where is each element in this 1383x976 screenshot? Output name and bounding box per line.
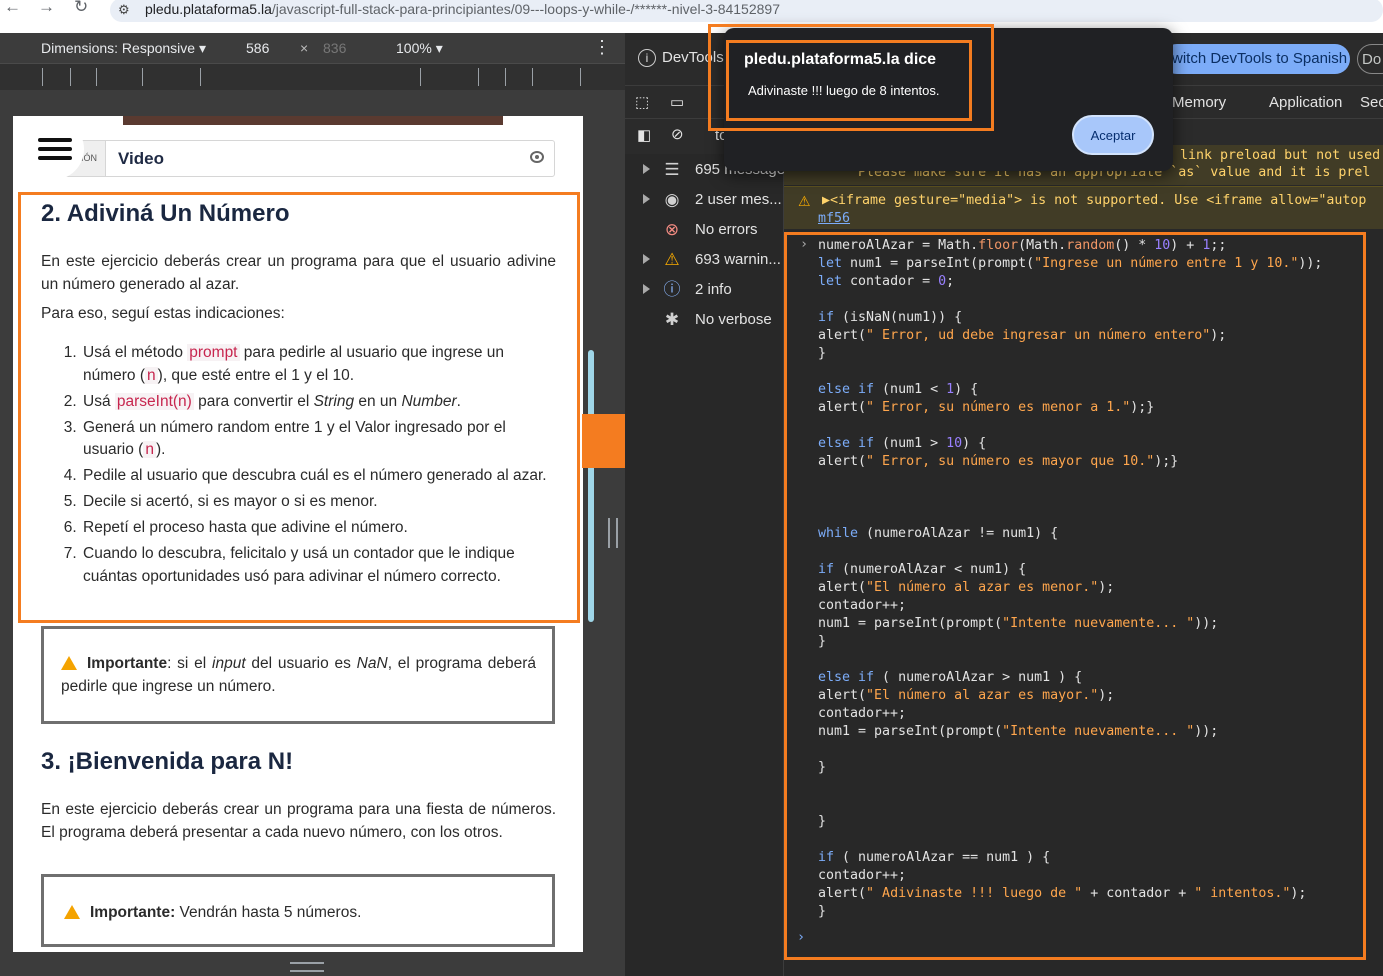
list-icon: ☰ [664, 160, 680, 179]
inspect-icon[interactable]: ⬚ [635, 93, 649, 111]
url-host: pledu.plataforma5.la [145, 1, 272, 17]
console-warning-iframe: ⚠ ▶<iframe gesture="media"> is not suppo… [784, 186, 1383, 229]
menu-icon[interactable] [22, 118, 84, 180]
sidebar-item-errors[interactable]: ⊗ No errors [625, 215, 783, 245]
tab-video-label: Video [118, 149, 164, 168]
width-input[interactable]: 586 [246, 40, 269, 56]
height-input[interactable]: 836 [323, 40, 346, 56]
clear-console-icon[interactable]: ⊘ [671, 125, 684, 143]
url-path: /javascript-full-stack-para-principiante… [271, 1, 780, 17]
switch-language-button[interactable]: witch DevTools to Spanish [1162, 44, 1350, 74]
video-tab[interactable]: CIÓN Video [41, 140, 555, 177]
highlight-exercise-box [18, 192, 580, 623]
hero-image [123, 116, 503, 125]
eye-icon[interactable] [530, 151, 544, 163]
media-query-ruler [0, 63, 625, 90]
source-link[interactable]: mf56 [818, 211, 850, 226]
warning-icon [61, 656, 77, 670]
reload-icon[interactable]: ↻ [74, 0, 88, 17]
forward-icon[interactable]: → [38, 0, 55, 17]
times-icon: × [300, 40, 309, 56]
sidebar-toggle-icon[interactable]: ◧ [637, 126, 651, 144]
warning-icon [64, 905, 80, 919]
sidebar-item-warnings[interactable]: ⚠ 693 warnin... [625, 245, 783, 275]
error-icon: ⊗ [664, 220, 680, 239]
highlight-code-box [784, 232, 1366, 960]
user-icon: ◉ [664, 190, 680, 209]
back-icon[interactable]: ← [4, 0, 21, 17]
sidebar-item-verbose[interactable]: ✱ No verbose [625, 305, 783, 335]
sidebar-item-info[interactable]: ⓘ 2 info [625, 275, 783, 305]
console-sidebar: ☰695 messages ◉2 user mes... ⊗No errors … [625, 154, 793, 976]
tab-security[interactable]: Sec [1360, 94, 1383, 111]
tab-application[interactable]: Application [1269, 94, 1342, 111]
warning-box-nan: Importante: si el input del usuario es N… [41, 626, 555, 724]
bug-icon: ✱ [664, 310, 680, 329]
accept-button[interactable]: Aceptar [1072, 115, 1154, 155]
device-toggle-icon[interactable]: ▭ [670, 93, 684, 111]
warning-box-limit: Importante: Vendrán hasta 5 números. [41, 874, 555, 947]
info-icon: i [638, 49, 656, 67]
section-3-title: 3. ¡Bienvenida para N! [41, 748, 294, 775]
dont-show-button[interactable]: Do [1357, 44, 1383, 74]
section-3-intro: En este ejercicio deberás crear un progr… [41, 801, 556, 841]
tab-memory[interactable]: Memory [1172, 94, 1226, 111]
resize-handle[interactable] [608, 518, 618, 548]
sidebar-item-user-messages[interactable]: ◉ 2 user mes... [625, 185, 783, 215]
dimensions-dropdown[interactable]: Dimensions: Responsive ▾ [41, 40, 206, 57]
highlight-dialog-inner [726, 40, 972, 121]
emulation-toolbar: Dimensions: Responsive ▾ 586 × 836 100% … [0, 33, 625, 63]
url-text[interactable]: pledu.plataforma5.la/javascript-full-sta… [145, 1, 780, 17]
bottom-resize-handle[interactable] [290, 962, 324, 972]
zoom-dropdown[interactable]: 100% ▾ [396, 40, 443, 57]
more-options-icon[interactable]: ⋮ [593, 37, 611, 58]
warning-icon: ⚠ [798, 193, 811, 209]
warning-icon: ⚠ [664, 250, 680, 269]
info-icon: ⓘ [663, 280, 681, 299]
site-settings-icon[interactable]: ⚙ [118, 2, 134, 17]
